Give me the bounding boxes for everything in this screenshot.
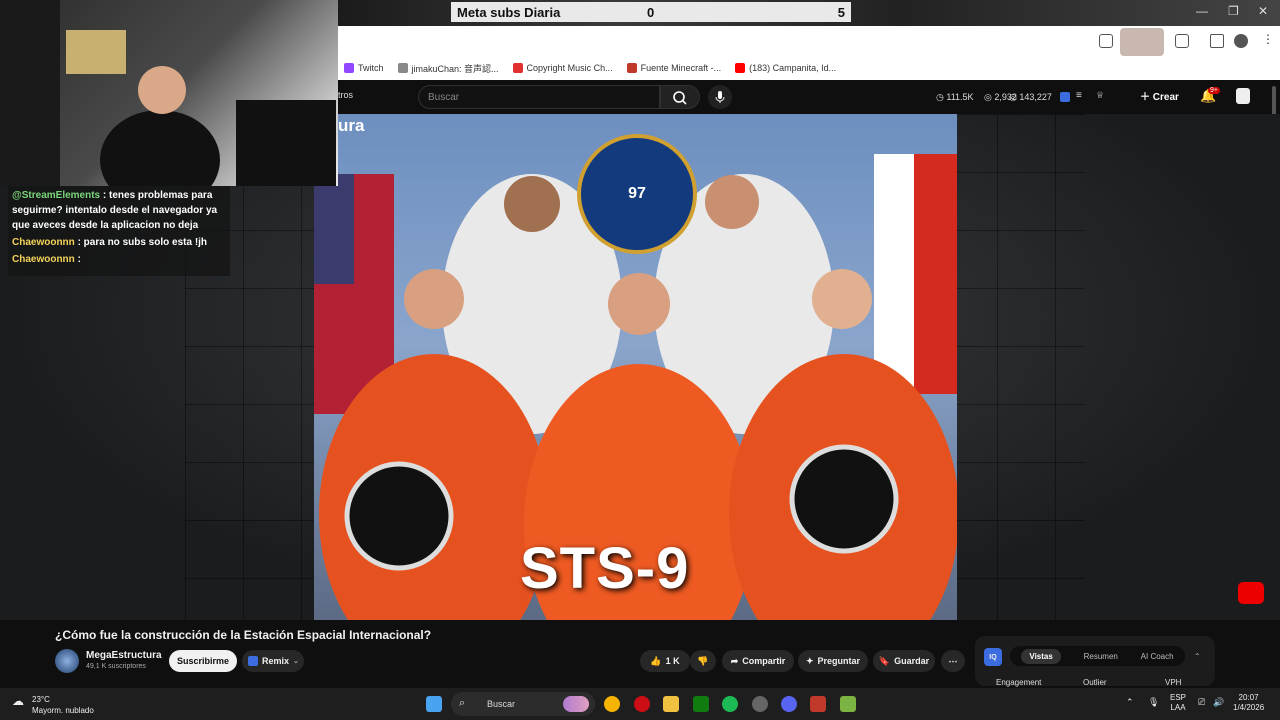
app-icon[interactable] bbox=[752, 696, 768, 712]
reading-list-icon[interactable] bbox=[1210, 34, 1224, 48]
video-caption: STS-9 bbox=[520, 536, 690, 601]
save-button[interactable]: 🔖 Guardar bbox=[873, 650, 935, 672]
panel-label-engagement: Engagement bbox=[996, 678, 1042, 687]
thumbs-down-icon: 👎 bbox=[697, 655, 709, 666]
maximize-icon[interactable]: ❐ bbox=[1228, 4, 1239, 18]
goal-label: Meta subs Diaria bbox=[457, 4, 561, 20]
xbox-icon[interactable] bbox=[693, 696, 709, 712]
microphone-tray-icon[interactable]: 🎙 bbox=[1148, 697, 1159, 708]
cloud-icon: ☁ bbox=[12, 694, 24, 708]
menu-dots-icon[interactable]: ⋮ bbox=[1262, 32, 1274, 46]
search-button[interactable] bbox=[660, 85, 700, 109]
profile-avatar[interactable] bbox=[1234, 34, 1248, 48]
patch-number: 97 bbox=[628, 185, 646, 202]
sparkle-icon: ✦ bbox=[805, 655, 814, 666]
language-indicator[interactable]: ESP LAA bbox=[1170, 693, 1186, 713]
weather-text: Mayorm. nublado bbox=[32, 706, 94, 715]
voice-search-button[interactable] bbox=[708, 85, 732, 109]
video-overlay-title: ura bbox=[338, 116, 365, 135]
obs-icon[interactable] bbox=[810, 696, 826, 712]
font-icon bbox=[626, 63, 637, 73]
vidiq-icon bbox=[248, 656, 258, 666]
volume-icon[interactable]: 🔊 bbox=[1213, 697, 1224, 708]
microphone-icon bbox=[715, 91, 725, 103]
panel-label-outlier: Outlier bbox=[1083, 678, 1107, 687]
like-button[interactable]: 👍 1 K bbox=[640, 650, 690, 672]
bookmark-campanita[interactable]: (183) Campanita, Id... bbox=[735, 63, 836, 73]
subs-goal-bar: Meta subs Diaria 0 5 bbox=[451, 2, 851, 22]
twitch-icon bbox=[344, 63, 354, 73]
minecraft-icon[interactable] bbox=[840, 696, 856, 712]
close-icon[interactable]: ✕ bbox=[1258, 4, 1268, 18]
temperature: 23°C bbox=[32, 695, 50, 704]
chevron-down-icon: ⌄ bbox=[293, 658, 299, 665]
youtube-icon bbox=[735, 63, 746, 73]
extension-icon[interactable]: ♕ bbox=[1096, 90, 1104, 101]
webcam-feed-image bbox=[0, 0, 336, 186]
opera-icon[interactable] bbox=[634, 696, 650, 712]
subscribe-watermark-icon[interactable] bbox=[1238, 582, 1264, 604]
goal-current: 0 bbox=[647, 4, 655, 20]
subscriber-count: 49,1 K suscriptores bbox=[86, 663, 146, 670]
panel-label-vph: VPH bbox=[1165, 678, 1182, 687]
search-icon bbox=[673, 91, 687, 105]
account-avatar[interactable] bbox=[1236, 88, 1250, 104]
channel-avatar[interactable] bbox=[55, 649, 79, 673]
more-actions-button[interactable]: ⋯ bbox=[941, 650, 965, 672]
jimakuchan-icon bbox=[397, 63, 408, 73]
tab-ai-coach[interactable]: AI Coach bbox=[1141, 652, 1174, 661]
share-button[interactable]: ➦ Compartir bbox=[722, 650, 794, 672]
stat-total: ◎ 143,227 bbox=[1009, 92, 1052, 102]
weather-widget[interactable]: ☁ 23°C Mayorm. nublado bbox=[12, 694, 94, 716]
taskbar-search-icon: ⌕ bbox=[459, 697, 466, 709]
bookmarks-bar: Twitch jimakuChan: 音声認... Copyright Musi… bbox=[338, 56, 1280, 80]
more-dots-icon: ⋯ bbox=[948, 655, 958, 666]
ask-button[interactable]: ✦ Preguntar bbox=[798, 650, 868, 672]
copilot-image bbox=[563, 696, 589, 712]
streamer-webcam bbox=[0, 0, 338, 186]
subscribe-button[interactable]: Suscribirme bbox=[169, 650, 237, 672]
sticker-image bbox=[1120, 28, 1164, 56]
tray-chevron-icon[interactable]: ⌃ bbox=[1126, 697, 1134, 708]
minimize-icon[interactable]: — bbox=[1196, 4, 1208, 18]
extensions-icon[interactable] bbox=[1175, 34, 1189, 48]
share-icon: ➦ bbox=[730, 655, 739, 666]
bookmark-fuente-minecraft[interactable]: Fuente Minecraft -... bbox=[626, 63, 721, 73]
chat-message: @StreamElements : tenes problemas para s… bbox=[12, 190, 218, 231]
goal-max: 5 bbox=[837, 4, 845, 20]
bookmark-icon: 🔖 bbox=[878, 655, 891, 666]
discord-icon[interactable] bbox=[781, 696, 797, 712]
vidiq-badge[interactable]: IQ bbox=[984, 648, 1002, 666]
channel-name[interactable]: MegaEstructura bbox=[86, 650, 162, 661]
remix-button[interactable]: Remix ⌄ bbox=[242, 650, 304, 672]
network-icon[interactable]: ⎚ bbox=[1198, 697, 1205, 708]
bookmark-twitch[interactable]: Twitch bbox=[344, 63, 384, 73]
vidiq-icon[interactable] bbox=[1060, 92, 1070, 102]
taskbar-clock[interactable]: 20:07 1/4/2026 bbox=[1233, 693, 1264, 713]
filter-lines-icon[interactable]: ≡ bbox=[1076, 90, 1082, 101]
cast-icon[interactable] bbox=[1099, 34, 1113, 48]
chrome-icon[interactable] bbox=[604, 696, 620, 712]
spotify-icon[interactable] bbox=[722, 696, 738, 712]
play-icon bbox=[512, 63, 523, 73]
chat-message: Chaewoonnn : bbox=[12, 254, 81, 265]
dislike-button[interactable]: 👎 bbox=[690, 650, 716, 672]
file-explorer-icon[interactable] bbox=[663, 696, 679, 712]
stat-views: ◷ 111.5K bbox=[936, 92, 974, 102]
chat-overlay: @StreamElements : tenes problemas para s… bbox=[8, 186, 230, 276]
create-button[interactable]: ＋ Crear bbox=[1140, 88, 1179, 103]
bookmark-jimakuchan[interactable]: jimakuChan: 音声認... bbox=[397, 62, 499, 75]
collapse-icon[interactable]: ⌃ bbox=[1194, 652, 1201, 661]
windows-start-icon[interactable] bbox=[426, 696, 442, 712]
search-input[interactable]: Buscar bbox=[418, 85, 660, 109]
panel-tabs: Vistas Resumen AI Coach bbox=[1010, 646, 1185, 666]
chat-message: Chaewoonnn : para no subs solo esta !jh bbox=[12, 237, 208, 248]
tab-resumen[interactable]: Resumen bbox=[1084, 652, 1118, 661]
bookmark-copyright-music[interactable]: Copyright Music Ch... bbox=[512, 63, 613, 73]
notifications-badge: 9+ bbox=[1208, 87, 1220, 94]
tab-vistas[interactable]: Vistas bbox=[1021, 648, 1061, 664]
video-title: ¿Cómo fue la construcción de la Estación… bbox=[55, 628, 432, 642]
thumbs-up-icon: 👍 bbox=[650, 655, 662, 666]
filters-chip[interactable]: tros bbox=[338, 90, 353, 100]
